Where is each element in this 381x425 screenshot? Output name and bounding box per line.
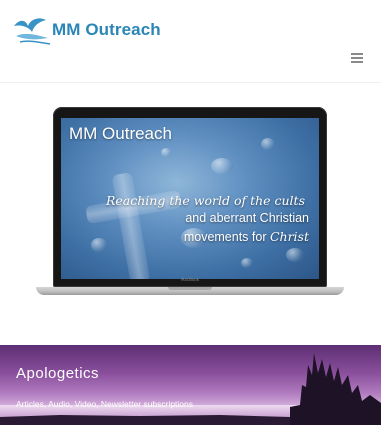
hero-section: MM Outreach Reaching the world of the cu… bbox=[0, 83, 381, 345]
cross-shape bbox=[111, 172, 151, 279]
banner-title: Apologetics bbox=[16, 365, 100, 382]
hero-slide[interactable]: MM Outreach Reaching the world of the cu… bbox=[61, 118, 319, 279]
menu-bar bbox=[351, 61, 363, 63]
water-drop bbox=[91, 238, 107, 252]
hero-tagline-line3-plain: movements for bbox=[183, 230, 270, 244]
page: MM Outreach MM Outreach Reaching the wor… bbox=[0, 0, 381, 425]
menu-bar bbox=[351, 57, 363, 59]
hamburger-menu-icon[interactable] bbox=[351, 53, 363, 63]
water-drop bbox=[261, 138, 275, 150]
laptop-notch bbox=[168, 287, 212, 290]
menu-bar bbox=[351, 53, 363, 55]
hero-tagline-line1: Reaching the world of the cults bbox=[105, 193, 305, 208]
water-drop bbox=[286, 248, 304, 262]
apologetics-banner[interactable]: Apologetics Articles, Audio, Video, News… bbox=[0, 345, 381, 425]
bird-logo-icon bbox=[14, 18, 51, 45]
laptop-brand-label: MacBook bbox=[180, 277, 200, 282]
logo-text: MM Outreach bbox=[52, 20, 161, 39]
water-drop bbox=[161, 148, 171, 157]
site-logo[interactable]: MM Outreach bbox=[12, 14, 162, 48]
hero-tagline-line2: and aberrant Christian bbox=[185, 211, 309, 225]
water-drop bbox=[211, 158, 233, 174]
banner-subtitle: Articles, Audio, Video, Newsletter subsc… bbox=[16, 399, 194, 409]
water-drop bbox=[241, 258, 253, 268]
tree-silhouette-icon bbox=[0, 353, 381, 425]
hero-title: MM Outreach bbox=[69, 124, 172, 143]
laptop-screen-frame: MM Outreach Reaching the world of the cu… bbox=[53, 107, 327, 287]
hero-tagline-line3-script: Christ bbox=[269, 229, 309, 244]
site-header: MM Outreach bbox=[0, 0, 381, 83]
hero-tagline-line3: movements for Christ bbox=[184, 229, 309, 244]
